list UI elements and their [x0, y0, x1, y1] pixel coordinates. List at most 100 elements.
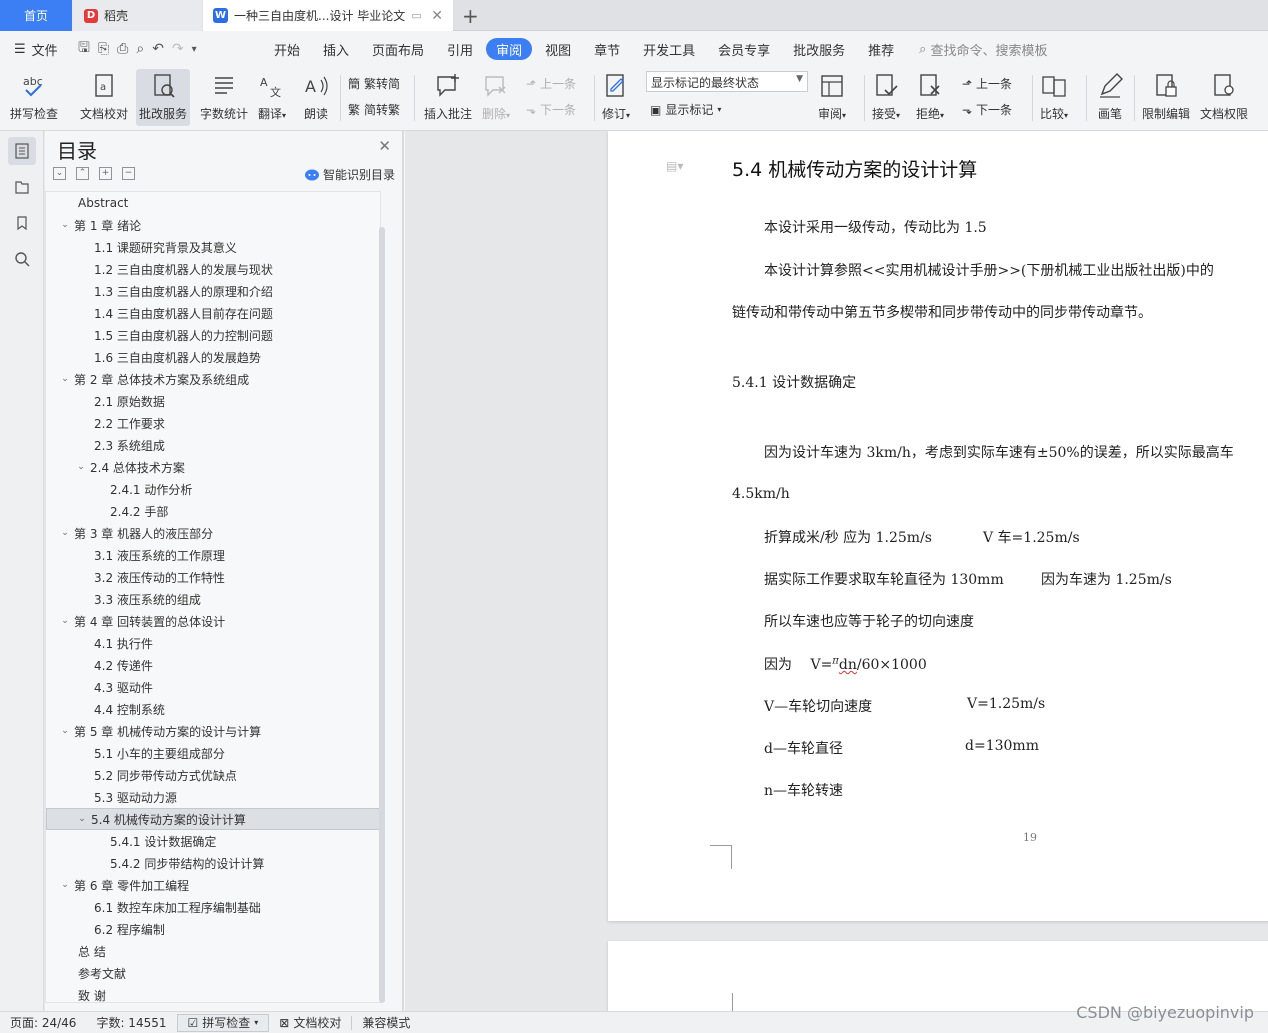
chapter-nav-button[interactable] [8, 173, 36, 201]
menu-tab[interactable]: 会员专享 [708, 38, 780, 60]
toc-scrollbar[interactable] [379, 227, 385, 1003]
toc-item[interactable]: 3.1 液压系统的工作原理 [46, 544, 380, 566]
toc-item[interactable]: 6.2 程序编制 [46, 918, 380, 940]
toc-item[interactable]: 2.1 原始数据 [46, 390, 380, 412]
find-button[interactable] [8, 245, 36, 273]
remove-heading-icon[interactable]: − [122, 167, 135, 180]
next-change-button[interactable]: ⬎ 下一条 [962, 101, 1012, 118]
review-pane-button[interactable]: 审阅▾ [818, 71, 846, 122]
toc-item[interactable]: 4.2 传递件 [46, 654, 380, 676]
translate-button[interactable]: A文 翻译▾ [258, 71, 286, 122]
status-spell-check[interactable]: ☑ 拼写检查 ▾ [176, 1013, 270, 1032]
toc-item[interactable]: 1.5 三自由度机器人的力控制问题 [46, 324, 380, 346]
toc-item[interactable]: 总 结 [46, 940, 380, 962]
toc-item[interactable]: ⌄ 第 3 章 机器人的液压部分 [46, 522, 380, 544]
toc-item[interactable]: 5.4.1 设计数据确定 [46, 830, 380, 852]
tab-document[interactable]: W 一种三自由度机...设计 毕业论文 ▭ ✕ [203, 0, 453, 31]
tab-daoke[interactable]: D 稻壳 [72, 0, 202, 31]
toc-item[interactable]: 1.3 三自由度机器人的原理和介绍 [46, 280, 380, 302]
toc-item[interactable]: 5.2 同步带传动方式优缺点 [46, 764, 380, 786]
toc-item[interactable]: 2.4.2 手部 [46, 500, 380, 522]
menu-tab[interactable]: 插入 [313, 38, 359, 60]
show-markup-button[interactable]: ▣ 显示标记 ▾ [650, 101, 721, 118]
chevron-down-icon[interactable]: ⌄ [58, 528, 72, 538]
toc-item[interactable]: 5.4.2 同步带结构的设计计算 [46, 852, 380, 874]
chevron-down-icon[interactable]: ⌄ [58, 616, 72, 626]
save-icon[interactable]: 🖫 [78, 37, 90, 61]
toc-item[interactable]: 3.2 液压传动的工作特性 [46, 566, 380, 588]
toc-item[interactable]: ⌄ 2.4 总体技术方案 [46, 456, 380, 478]
toc-item[interactable]: 4.1 执行件 [46, 632, 380, 654]
toc-item[interactable]: 2.3 系统组成 [46, 434, 380, 456]
delete-comment-button[interactable]: 删除▾ [482, 71, 510, 122]
prev-change-button[interactable]: ⬏ 上一条 [962, 75, 1012, 92]
toc-item[interactable]: 1.6 三自由度机器人的发展趋势 [46, 346, 380, 368]
toc-item[interactable]: Abstract [46, 192, 380, 214]
toc-item[interactable]: 4.4 控制系统 [46, 698, 380, 720]
menu-tab[interactable]: 推荐 [858, 38, 904, 60]
chevron-down-icon[interactable]: ⌄ [58, 880, 72, 890]
prev-comment-button[interactable]: ⬏ 上一条 [526, 75, 576, 92]
redo-icon[interactable]: ↷ [172, 41, 184, 57]
menu-tab[interactable]: 批改服务 [783, 38, 855, 60]
close-tab-icon[interactable]: ✕ [431, 8, 443, 24]
export-pdf-icon[interactable]: ⎘ [98, 41, 109, 57]
toc-item[interactable]: 1.4 三自由度机器人目前存在问题 [46, 302, 380, 324]
toc-item[interactable]: ⌄ 第 2 章 总体技术方案及系统组成 [46, 368, 380, 390]
menu-tab[interactable]: 开发工具 [633, 38, 705, 60]
chevron-down-icon[interactable]: ⌄ [74, 462, 88, 472]
restrict-edit-button[interactable]: 限制编辑 [1142, 71, 1190, 122]
status-proof[interactable]: ⊠ 文档校对 [269, 1014, 351, 1031]
monitor-icon[interactable]: ▭ [411, 9, 421, 22]
menu-tab[interactable]: 视图 [535, 38, 581, 60]
spell-check-button[interactable]: abc 拼写检查 [10, 71, 58, 122]
smart-toc-button[interactable]: 智能识别目录 [304, 166, 395, 183]
print-preview-icon[interactable]: ⌕ [136, 41, 144, 57]
track-changes-button[interactable]: 修订▾ [602, 71, 630, 122]
toc-item[interactable]: 1.1 课题研究背景及其意义 [46, 236, 380, 258]
doc-proof-button[interactable]: a 文档校对 [80, 71, 128, 122]
toc-item[interactable]: 6.1 数控车床加工程序编制基础 [46, 896, 380, 918]
undo-icon[interactable]: ↶ [152, 41, 164, 57]
toc-panel-button[interactable] [8, 137, 36, 165]
menu-tab[interactable]: 开始 [264, 38, 310, 60]
word-count-indicator[interactable]: 字数: 14551 [86, 1014, 176, 1031]
read-aloud-button[interactable]: A 朗读 [302, 71, 330, 122]
toc-item[interactable]: 2.4.1 动作分析 [46, 478, 380, 500]
more-icon[interactable]: ▾ [192, 44, 197, 55]
toc-item[interactable]: 致 谢 [46, 984, 380, 1003]
toc-item[interactable]: 2.2 工作要求 [46, 412, 380, 434]
tab-home[interactable]: 首页 [0, 0, 72, 31]
file-menu[interactable]: ☰ 文件 [0, 40, 74, 59]
compare-button[interactable]: 比较▾ [1040, 71, 1068, 122]
chevron-down-icon[interactable]: ⌄ [58, 374, 72, 384]
trad-to-simp-button[interactable]: 簡 繁转简 [348, 75, 400, 92]
menu-tab[interactable]: 引用 [437, 38, 483, 60]
toc-item[interactable]: ⌄ 5.4 机械传动方案的设计计算 [46, 808, 380, 830]
insert-comment-button[interactable]: 插入批注 [424, 71, 472, 122]
toc-item[interactable]: 5.1 小车的主要组成部分 [46, 742, 380, 764]
add-heading-icon[interactable]: + [99, 167, 112, 180]
bookmark-button[interactable] [8, 209, 36, 237]
menu-tab[interactable]: 审阅 [486, 38, 533, 60]
print-icon[interactable]: ⎙ [117, 41, 128, 57]
doc-permission-button[interactable]: 文档权限 [1200, 71, 1248, 122]
pen-button[interactable]: 画笔 [1096, 71, 1124, 122]
document-page[interactable]: ▤▾ 5.4 机械传动方案的设计计算 本设计采用一级传动，传动比为 1.5 本设… [608, 131, 1268, 921]
toc-item[interactable]: ⌄ 第 6 章 零件加工编程 [46, 874, 380, 896]
accept-button[interactable]: 接受▾ [872, 71, 900, 122]
toc-item[interactable]: 4.3 驱动件 [46, 676, 380, 698]
toc-item[interactable]: 5.3 驱动动力源 [46, 786, 380, 808]
next-comment-button[interactable]: ⬎ 下一条 [526, 101, 576, 118]
page-indicator[interactable]: 页面: 24/46 [0, 1014, 86, 1031]
toc-item[interactable]: ⌄ 第 1 章 绪论 [46, 214, 380, 236]
chevron-down-icon[interactable]: ⌄ [58, 220, 72, 230]
new-tab-button[interactable]: + [462, 4, 479, 28]
chevron-down-icon[interactable]: ⌄ [58, 726, 72, 736]
close-icon[interactable]: ✕ [378, 137, 391, 155]
simp-to-trad-button[interactable]: 繁 简转繁 [348, 101, 400, 118]
toc-item[interactable]: 1.2 三自由度机器人的发展与现状 [46, 258, 380, 280]
menu-tab[interactable]: 章节 [584, 38, 630, 60]
markup-state-select[interactable]: 显示标记的最终状态 ▼ [646, 71, 808, 92]
review-service-button[interactable]: 批改服务 [136, 69, 191, 126]
